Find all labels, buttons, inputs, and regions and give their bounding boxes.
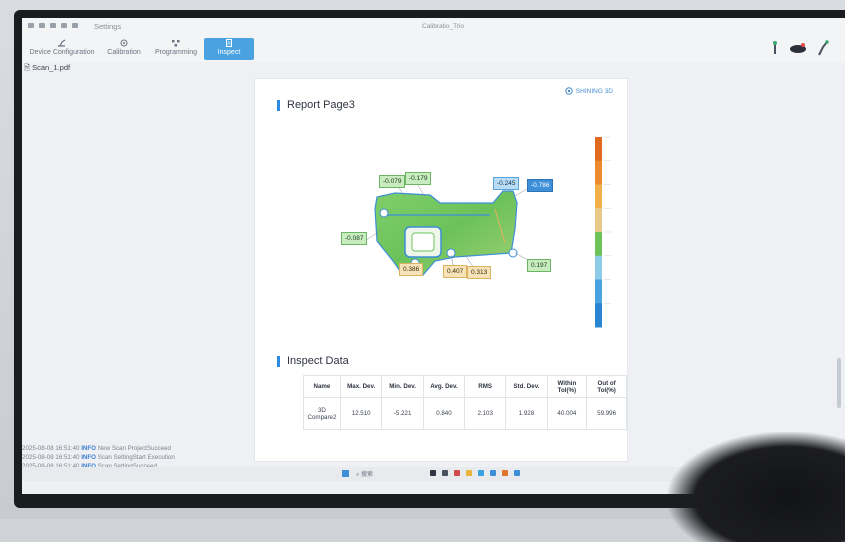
file-tab[interactable]: 🗎 Scan_1.pdf [24,62,70,75]
heading-marker [277,355,280,367]
table-header-row: Name Max. Dev. Min. Dev. Avg. Dev. RMS S… [303,375,627,398]
delete-icon[interactable] [72,23,78,28]
table-cell: -5.221 [381,397,424,430]
task-view-icon[interactable] [430,470,436,476]
column-header: Within Tol(%) [546,375,588,398]
scanned-part [374,190,518,276]
color-scale-segment [595,303,602,328]
table-cell: 40.004 [546,397,588,430]
column-header: RMS [464,375,507,398]
column-header: Name [303,375,341,398]
inspect-data-heading: Inspect Data [277,355,349,367]
tool-programming[interactable]: Programming [152,38,200,60]
quick-access-icons [28,23,78,28]
column-header: Min. Dev. [381,375,424,398]
inspect-data-table: Name Max. Dev. Min. Dev. Avg. Dev. RMS S… [303,375,627,430]
app-icon[interactable] [502,470,508,476]
deviation-label: -0.786 [527,179,554,192]
vertical-scrollbar[interactable] [837,358,841,408]
color-scale-segment [595,184,602,209]
part-hole [411,232,435,252]
log-level: INFO [81,454,96,461]
deviation-label: 0.197 [527,259,552,272]
part-bolt-hole [379,208,389,218]
table-cell: 1.928 [505,397,548,430]
menu-icon[interactable] [28,23,34,28]
table-cell: 3D Compare2 [303,397,341,430]
title-bar: Settings Calibratio_Trio [22,18,845,37]
log-line: 2025-08-08 16:51:40 INFO New Scan Projec… [22,444,175,453]
column-header: Max. Dev. [339,375,383,398]
tool-calibration[interactable]: Calibration [104,38,144,60]
deviation-label: -0.245 [493,177,520,190]
log-time: 2025-08-08 16:51:40 [22,445,80,452]
table-row: 3D Compare2 12.510 -5.221 0.840 2.103 1.… [303,397,627,430]
log-message: Scan SettingStart Execution [97,454,175,461]
window-title: Calibratio_Trio [422,23,465,30]
tool-inspect[interactable]: Inspect [204,38,254,60]
robot-arm-icon [58,39,66,47]
log-line: 2025-08-08 16:51:40 INFO Scan SettingSta… [22,453,175,462]
probe-icon[interactable] [771,41,779,55]
folder-app-icon[interactable] [466,470,472,476]
tool-label: Calibration [107,49,141,56]
target-icon [120,39,128,47]
deviation-label: 0.386 [399,263,424,276]
color-scale-segment [595,137,602,162]
taskbar-apps [430,470,520,476]
table-cell: 0.840 [422,397,466,430]
section-title: Inspect Data [287,355,349,367]
table-cell: 2.103 [464,397,507,430]
tool-device-configuration[interactable]: Device Configuration [26,38,98,60]
browser-icon[interactable] [478,470,484,476]
part-bolt-hole [508,248,518,258]
folder-icon[interactable] [39,23,45,28]
column-header: Out of Tol(%) [586,375,627,398]
table-cell: 59.996 [586,397,627,430]
document-icon [226,39,232,47]
tool-label: Programming [154,49,197,56]
app-icon[interactable] [490,470,496,476]
file-icon: 🗎 [24,63,31,72]
search-label: 搜索 [361,472,374,478]
color-scale-bar [595,136,611,328]
log-message: New Scan ProjectSucceed [97,445,171,452]
report-page: SHINING 3D Report Page3 -0.079 -0.179 -0… [254,78,628,462]
table-cell: 12.510 [339,397,383,430]
deviation-color-map [364,136,611,328]
save-icon[interactable] [50,23,56,28]
tool-label: Inspect [217,49,241,56]
tool-label: Device Configuration [29,49,95,56]
windows-start-icon[interactable] [342,470,349,477]
color-scale-segment [595,255,602,280]
taskbar-search[interactable]: ⌕ 搜索 [356,469,373,479]
deviation-label: -0.179 [405,172,432,185]
scanner-icon[interactable] [789,43,807,53]
column-header: Avg. Dev. [422,375,466,398]
color-scale-segment [595,160,602,185]
deviation-label: -0.087 [341,232,368,245]
color-scale-segment [595,279,602,304]
app-icon[interactable] [442,470,448,476]
column-header: Std. Dev. [505,375,548,398]
foreground-hand [668,432,845,542]
app-screen: Settings Calibratio_Trio Device Configur… [22,18,845,494]
color-scale-segment [595,232,602,257]
deviation-label: 0.407 [443,265,468,278]
file-name: Scan_1.pdf [32,63,71,72]
device-status-icons [771,40,829,56]
settings-link[interactable]: Settings [94,22,121,31]
export-icon[interactable] [61,23,67,28]
log-level: INFO [81,445,96,452]
nodes-icon [172,40,180,47]
deviation-label: -0.079 [379,175,406,188]
log-time: 2025-08-08 16:51:40 [22,454,80,461]
deviation-label: 0.313 [467,266,492,279]
robot-icon[interactable] [817,40,829,56]
color-scale-segment [595,208,602,233]
main-toolbar: Device Configuration Calibration Program… [22,36,845,62]
app-icon[interactable] [514,470,520,476]
app-icon[interactable] [454,470,460,476]
